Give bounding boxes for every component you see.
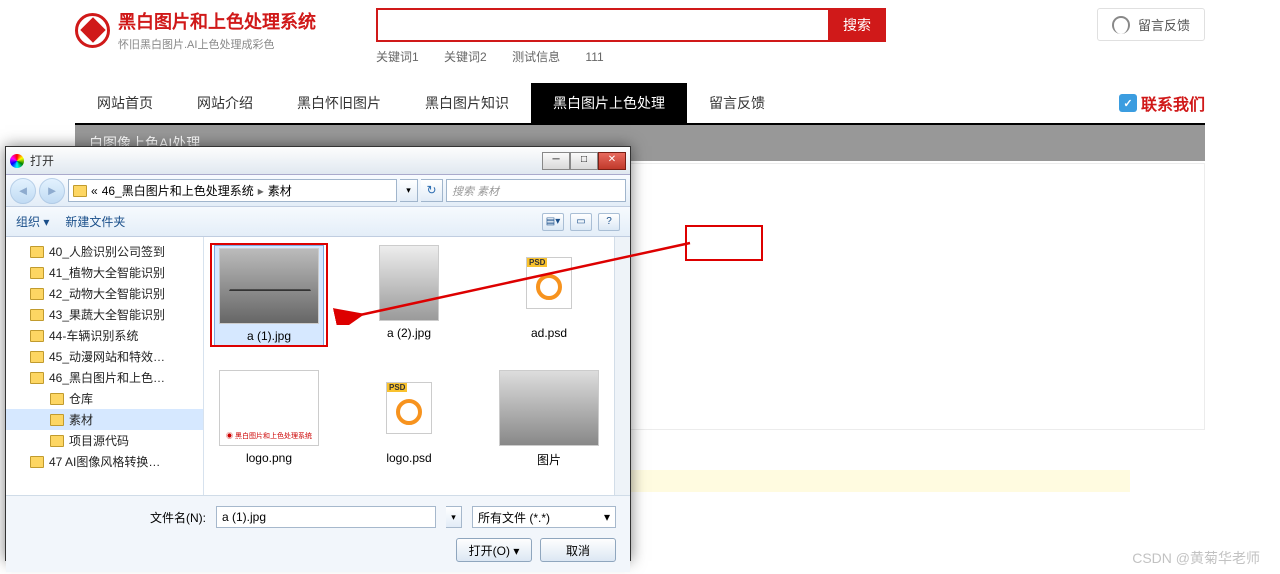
refresh-button[interactable]: ↻	[421, 179, 443, 202]
tree-item[interactable]: 43_果蔬大全智能识别	[6, 304, 203, 325]
tree-item[interactable]: 44-车辆识别系统	[6, 325, 203, 346]
minimize-button[interactable]: ─	[542, 152, 570, 170]
file-item[interactable]: PSDad.psd	[494, 245, 604, 346]
tree-item[interactable]: 45_动漫网站和特效…	[6, 346, 203, 367]
file-open-dialog: 打开 ─ □ ✕ ◄ ► « 46_黑白图片和上色处理系统 ▸ 素材 ▾ ↻ 搜…	[5, 146, 631, 561]
contact-icon: ✓	[1119, 94, 1137, 112]
file-item[interactable]: a (2).jpg	[354, 245, 464, 346]
keyword-link[interactable]: 测试信息	[512, 50, 560, 64]
tree-item[interactable]: 46_黑白图片和上色…	[6, 367, 203, 388]
search-input[interactable]	[376, 8, 828, 42]
keyword-link[interactable]: 关键词1	[376, 50, 419, 64]
logo: 黑白图片和上色处理系统 怀旧黑白图片.AI上色处理成彩色	[75, 8, 316, 52]
organize-menu[interactable]: 组织 ▾	[16, 213, 49, 230]
tree-item[interactable]: 42_动物大全智能识别	[6, 283, 203, 304]
help-icon[interactable]: ?	[598, 213, 620, 231]
logo-icon	[75, 13, 110, 48]
dialog-icon	[10, 154, 24, 168]
tree-item-selected[interactable]: 素材	[6, 409, 203, 430]
keyword-link[interactable]: 111	[585, 50, 603, 64]
preview-icon[interactable]: ▭	[570, 213, 592, 231]
maximize-button[interactable]: □	[570, 152, 598, 170]
filename-label: 文件名(N):	[150, 509, 206, 526]
dialog-title: 打开	[30, 152, 54, 169]
path-breadcrumb[interactable]: « 46_黑白图片和上色处理系统 ▸ 素材	[68, 179, 397, 202]
feedback-button[interactable]: 留言反馈	[1097, 8, 1205, 41]
site-title: 黑白图片和上色处理系统	[118, 8, 316, 34]
nav-bw-photos[interactable]: 黑白怀旧图片	[275, 83, 403, 123]
tree-item[interactable]: 40_人脸识别公司签到	[6, 241, 203, 262]
path-segment[interactable]: 46_黑白图片和上色处理系统	[102, 182, 254, 199]
path-segment[interactable]: 素材	[268, 182, 292, 199]
headset-icon	[1112, 16, 1130, 34]
file-item[interactable]: PSDlogo.psd	[354, 370, 464, 468]
path-dropdown[interactable]: ▾	[400, 179, 418, 202]
contact-label: 联系我们	[1141, 91, 1205, 115]
keyword-link[interactable]: 关键词2	[444, 50, 487, 64]
open-button[interactable]: 打开(O) ▾	[456, 538, 532, 562]
annotation-box	[685, 225, 763, 261]
folder-tree[interactable]: 40_人脸识别公司签到 41_植物大全智能识别 42_动物大全智能识别 43_果…	[6, 237, 204, 495]
folder-icon	[73, 185, 87, 197]
view-icon[interactable]: ▤▾	[542, 213, 564, 231]
scrollbar[interactable]	[614, 237, 630, 495]
nav-feedback[interactable]: 留言反馈	[687, 83, 787, 123]
filename-dropdown[interactable]: ▾	[446, 506, 462, 528]
tree-item[interactable]: 41_植物大全智能识别	[6, 262, 203, 283]
nav-colorize[interactable]: 黑白图片上色处理	[531, 83, 687, 123]
contact-us-link[interactable]: ✓ 联系我们	[1119, 91, 1205, 115]
tree-item[interactable]: 47 AI图像风格转换…	[6, 451, 203, 472]
site-subtitle: 怀旧黑白图片.AI上色处理成彩色	[118, 36, 316, 52]
nav-home[interactable]: 网站首页	[75, 83, 175, 123]
file-list[interactable]: a (1).jpg a (2).jpg PSDad.psd ◉ 黑白图片和上色处…	[204, 237, 630, 495]
tree-item[interactable]: 仓库	[6, 388, 203, 409]
cancel-button[interactable]: 取消	[540, 538, 616, 562]
close-button[interactable]: ✕	[598, 152, 626, 170]
tree-item[interactable]: 项目源代码	[6, 430, 203, 451]
back-button[interactable]: ◄	[10, 178, 36, 204]
watermark: CSDN @黄菊华老师	[1132, 548, 1260, 568]
dialog-search-input[interactable]: 搜索 素材	[446, 179, 626, 202]
filename-input[interactable]	[216, 506, 436, 528]
search-keywords: 关键词1 关键词2 测试信息 111	[376, 48, 886, 65]
new-folder-button[interactable]: 新建文件夹	[65, 213, 125, 230]
filetype-dropdown[interactable]: 所有文件 (*.*)▾	[472, 506, 616, 528]
search-button[interactable]: 搜索	[828, 8, 886, 42]
file-item[interactable]: ◉ 黑白图片和上色处理系统logo.png	[214, 370, 324, 468]
forward-button[interactable]: ►	[39, 178, 65, 204]
file-item[interactable]: 图片	[494, 370, 604, 468]
nav-bw-knowledge[interactable]: 黑白图片知识	[403, 83, 531, 123]
nav-about[interactable]: 网站介绍	[175, 83, 275, 123]
feedback-label: 留言反馈	[1138, 15, 1190, 34]
